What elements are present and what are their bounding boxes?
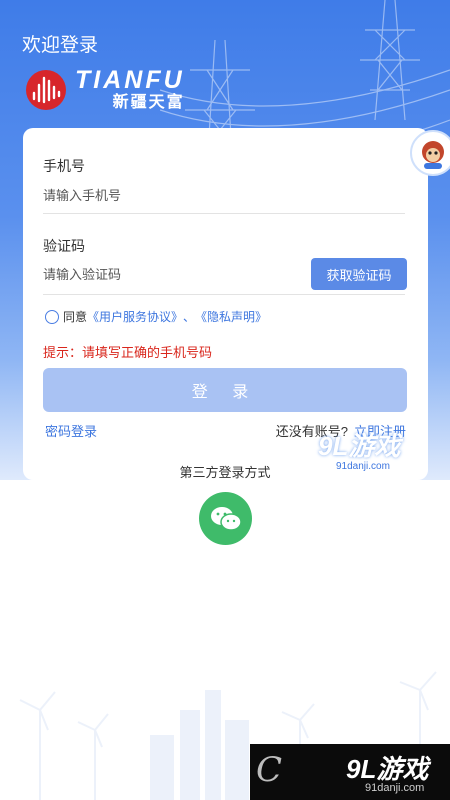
wechat-login-button[interactable] [199, 492, 252, 545]
password-login-link[interactable]: 密码登录 [45, 421, 97, 440]
agree-prefix: 同意 [63, 310, 88, 324]
agreement-row: 同意 《用户服务协议》 、 《隐私声明》 [45, 308, 267, 325]
logo-chinese-text: 新疆天富 [112, 94, 185, 111]
watermark-bottom: C 9L游戏 91danji.com [250, 744, 450, 800]
watermark-top-logo: 9L游戏 [318, 431, 401, 461]
tianfu-logo-icon [26, 69, 66, 110]
watermark-bottom-url: 91danji.com [365, 782, 425, 794]
agreement-separator: 、 [183, 310, 196, 324]
watermark-bottom-letter: C [256, 750, 283, 790]
code-label: 验证码 [43, 238, 85, 254]
code-divider [43, 294, 405, 295]
welcome-title: 欢迎登录 [22, 35, 99, 56]
privacy-link[interactable]: 《隐私声明》 [195, 308, 267, 325]
third-party-title: 第三方登录方式 [179, 465, 271, 480]
get-code-button[interactable]: 获取验证码 [311, 258, 407, 290]
mascot-icon [422, 141, 444, 169]
code-input[interactable] [43, 256, 283, 292]
agree-radio[interactable] [45, 309, 59, 324]
mascot-avatar[interactable] [410, 130, 450, 176]
phone-input[interactable] [43, 178, 405, 214]
watermark-bottom-logo: 9L游戏 [346, 754, 429, 784]
company-logo: TIANFU 新疆天富 [25, 68, 185, 111]
user-agreement-link[interactable]: 《用户服务协议》 [87, 308, 183, 325]
logo-english-text: TIANFU [75, 66, 185, 94]
phone-label: 手机号 [43, 158, 85, 174]
error-hint: 提示：请填写正确的手机号码 [43, 345, 213, 360]
wechat-icon [210, 506, 242, 531]
login-button[interactable]: 登 录 [43, 368, 407, 412]
